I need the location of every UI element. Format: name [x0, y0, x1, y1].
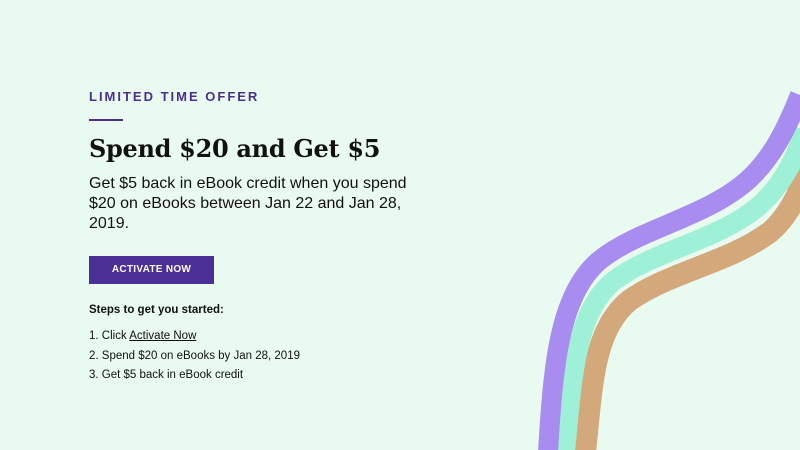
- offer-eyebrow: LIMITED TIME OFFER: [89, 89, 260, 104]
- promo-description: Get $5 back in eBook credit when you spe…: [89, 175, 407, 232]
- promo-banner: LIMITED TIME OFFER Spend $20 and Get $5 …: [0, 0, 800, 450]
- step-1-prefix: 1. Click: [89, 330, 130, 342]
- step-item-1: 1. Click Activate Now: [89, 327, 529, 347]
- promo-content: LIMITED TIME OFFER Spend $20 and Get $5 …: [89, 88, 529, 386]
- activate-now-link[interactable]: Activate Now: [129, 330, 196, 342]
- promo-headline: Spend $20 and Get $5: [89, 134, 381, 163]
- steps-list: 1. Click Activate Now 2. Spend $20 on eB…: [89, 327, 529, 386]
- activate-now-button[interactable]: ACTIVATE NOW: [89, 256, 214, 284]
- steps-heading: Steps to get you started:: [89, 304, 224, 316]
- step-item-2: 2. Spend $20 on eBooks by Jan 28, 2019: [89, 349, 300, 362]
- eyebrow-divider: [89, 119, 123, 121]
- step-item-3: 3. Get $5 back in eBook credit: [89, 369, 244, 381]
